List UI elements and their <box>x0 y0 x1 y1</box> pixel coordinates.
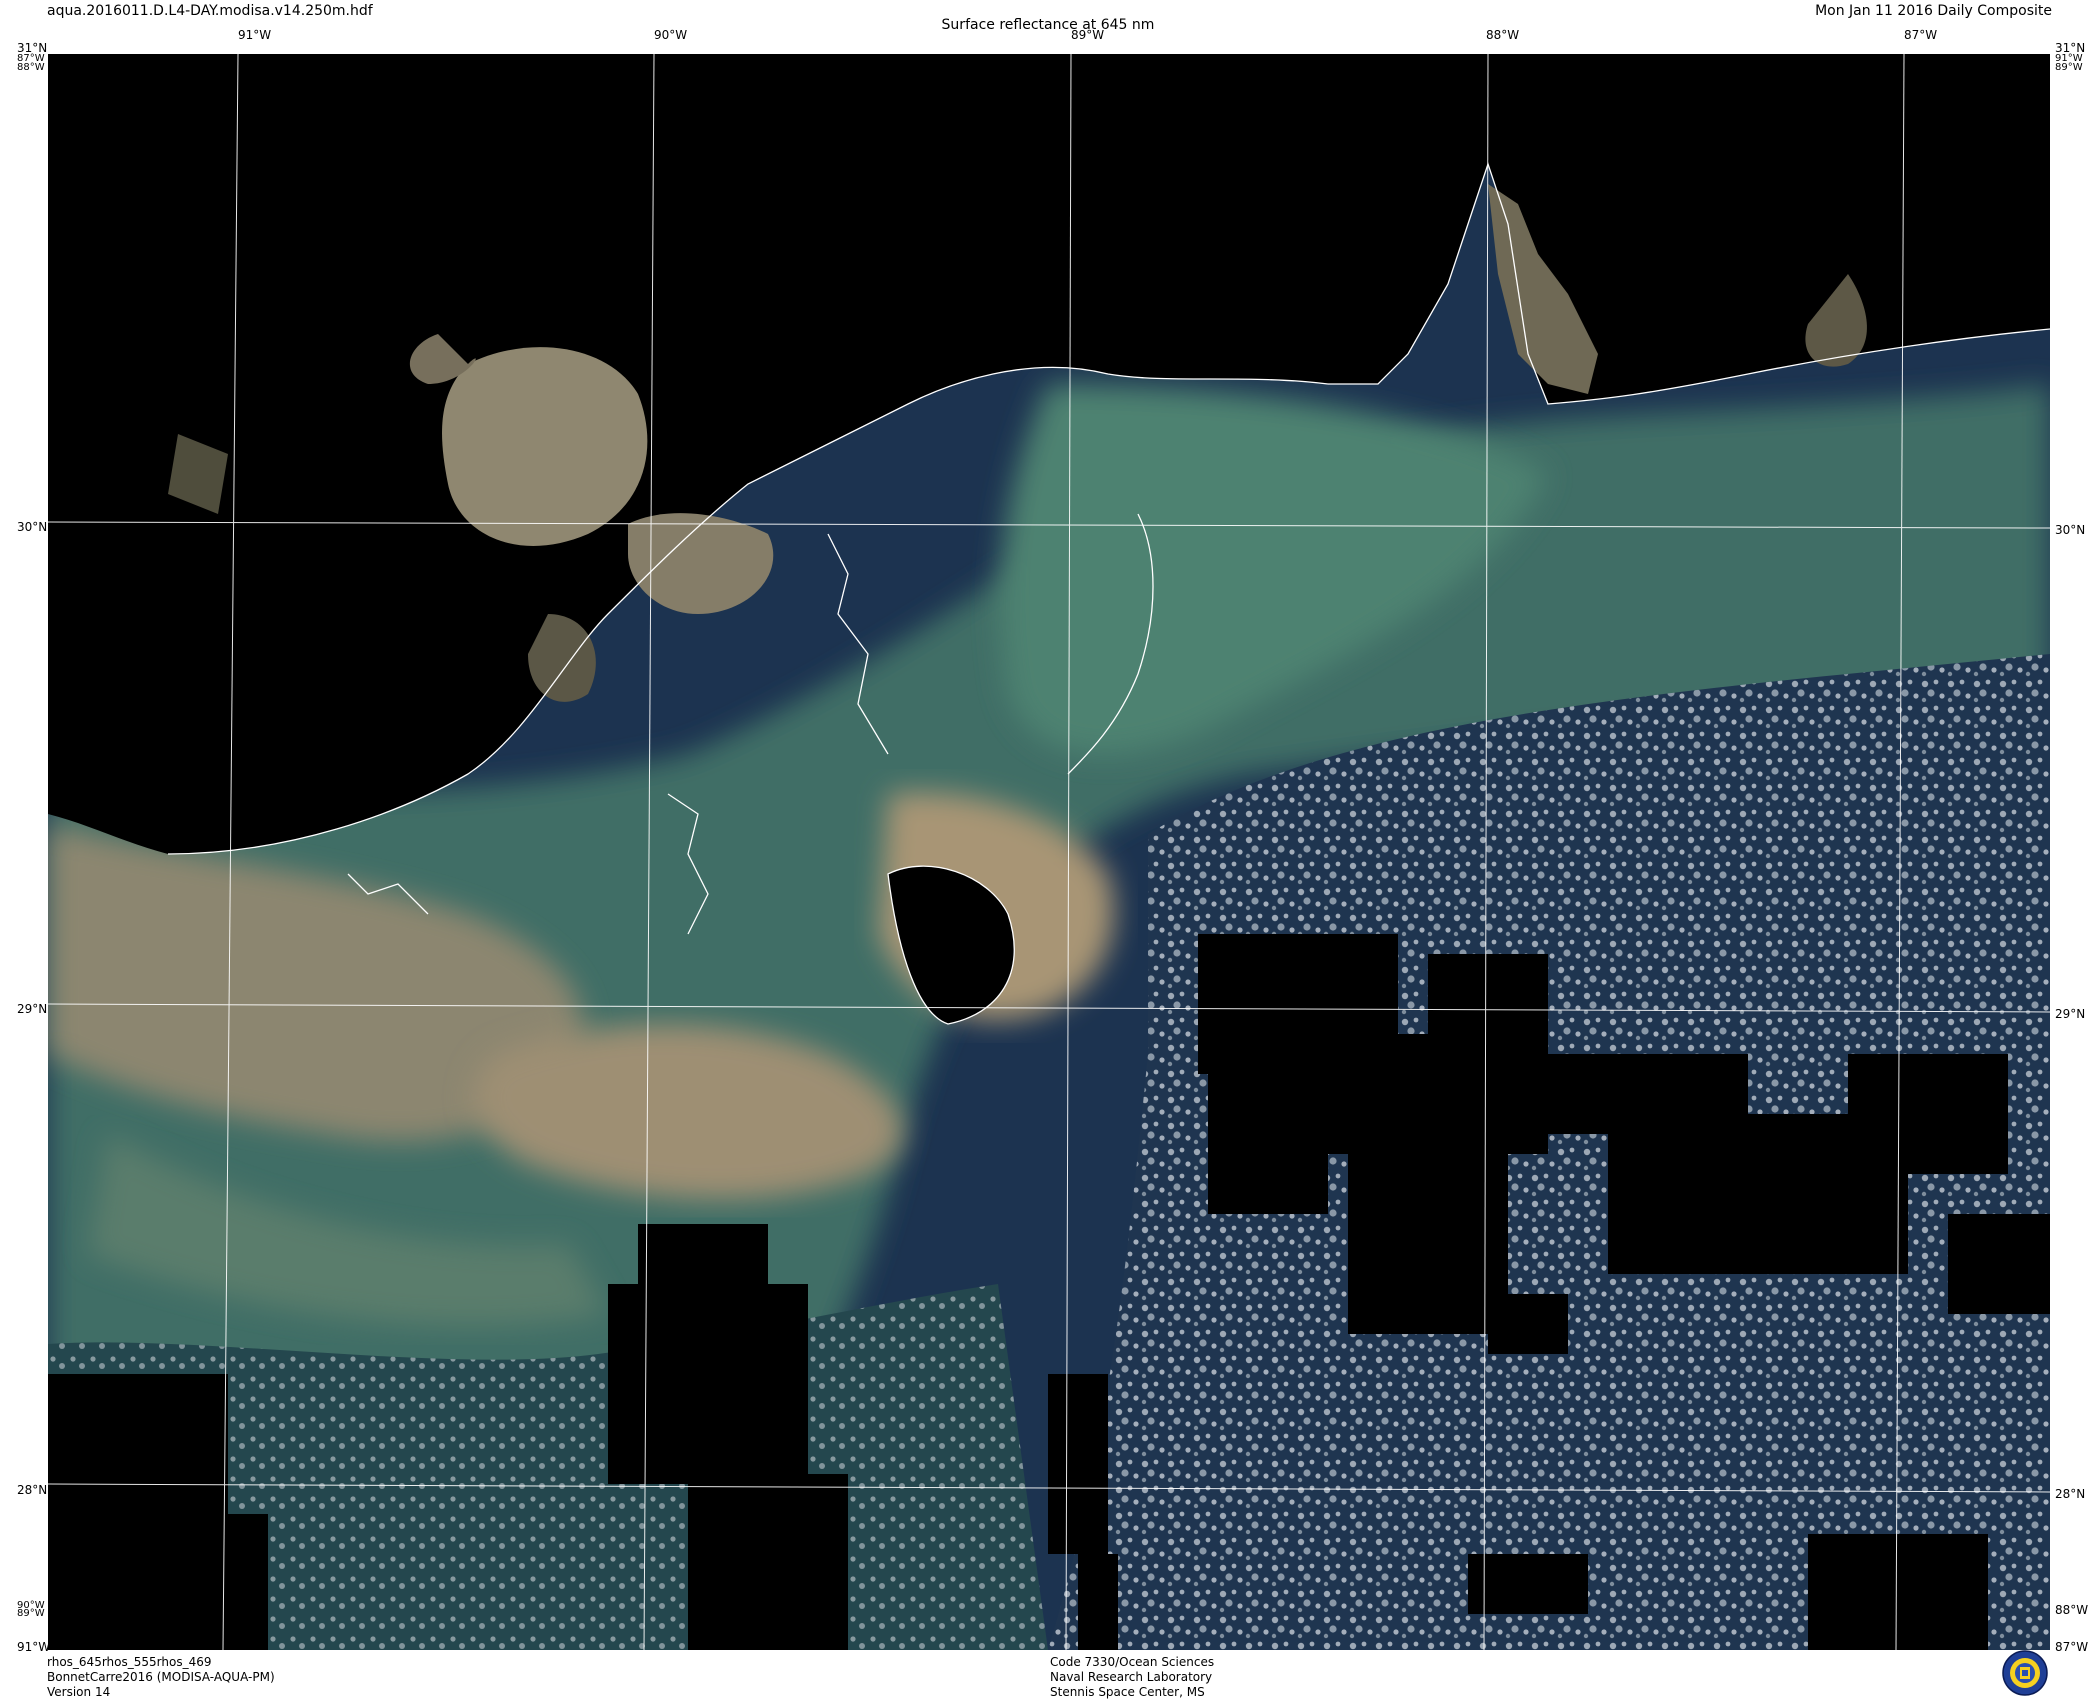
lat-label-28n-left: 28°N <box>17 1483 48 1497</box>
corner-bottom-right-lon2: 87°W <box>2055 1640 2089 1654</box>
campaign-name: BonnetCarre2016 (MODISA-AQUA-PM) <box>47 1670 275 1684</box>
footer-left: rhos_645rhos_555rhos_469 BonnetCarre2016… <box>47 1655 275 1700</box>
date-label: Mon Jan 11 2016 Daily Composite <box>1815 3 2052 19</box>
corner-bottom-left-lon3: 91°W <box>17 1640 51 1654</box>
lon-label-90w: 90°W <box>654 28 688 42</box>
corner-bottom-left-lon2: 89°W <box>17 1608 45 1619</box>
corner-top-right-lon2: 89°W <box>2055 62 2083 73</box>
lon-label-87w: 87°W <box>1904 28 1938 42</box>
lat-label-30n-right: 30°N <box>2055 523 2086 537</box>
lat-label-29n-right: 29°N <box>2055 1007 2086 1021</box>
credit-lab: Naval Research Laboratory <box>1050 1670 1213 1684</box>
product-title: Surface reflectance at 645 nm <box>941 17 1155 33</box>
satellite-map-svg <box>48 54 2050 1650</box>
lon-label-89w: 89°W <box>1071 28 1105 42</box>
corner-bottom-right-lon: 88°W <box>2055 1603 2089 1617</box>
footer-credits: Code 7330/Ocean Sciences Naval Research … <box>1050 1655 1214 1700</box>
credit-location: Stennis Space Center, MS <box>1050 1685 1205 1699</box>
lat-label-28n-right: 28°N <box>2055 1487 2086 1501</box>
lat-label-30n-left: 30°N <box>17 520 48 534</box>
credit-code: Code 7330/Ocean Sciences <box>1050 1655 1215 1669</box>
nrl-seal-icon <box>2002 1650 2048 1700</box>
lat-label-29n-left: 29°N <box>17 1002 48 1016</box>
band-list: rhos_645rhos_555rhos_469 <box>47 1655 212 1669</box>
lon-label-91w: 91°W <box>238 28 272 42</box>
version-label: Version 14 <box>47 1685 111 1699</box>
lon-label-88w: 88°W <box>1486 28 1520 42</box>
satellite-map[interactable] <box>48 54 2050 1650</box>
corner-top-left-lon2: 88°W <box>17 62 45 73</box>
